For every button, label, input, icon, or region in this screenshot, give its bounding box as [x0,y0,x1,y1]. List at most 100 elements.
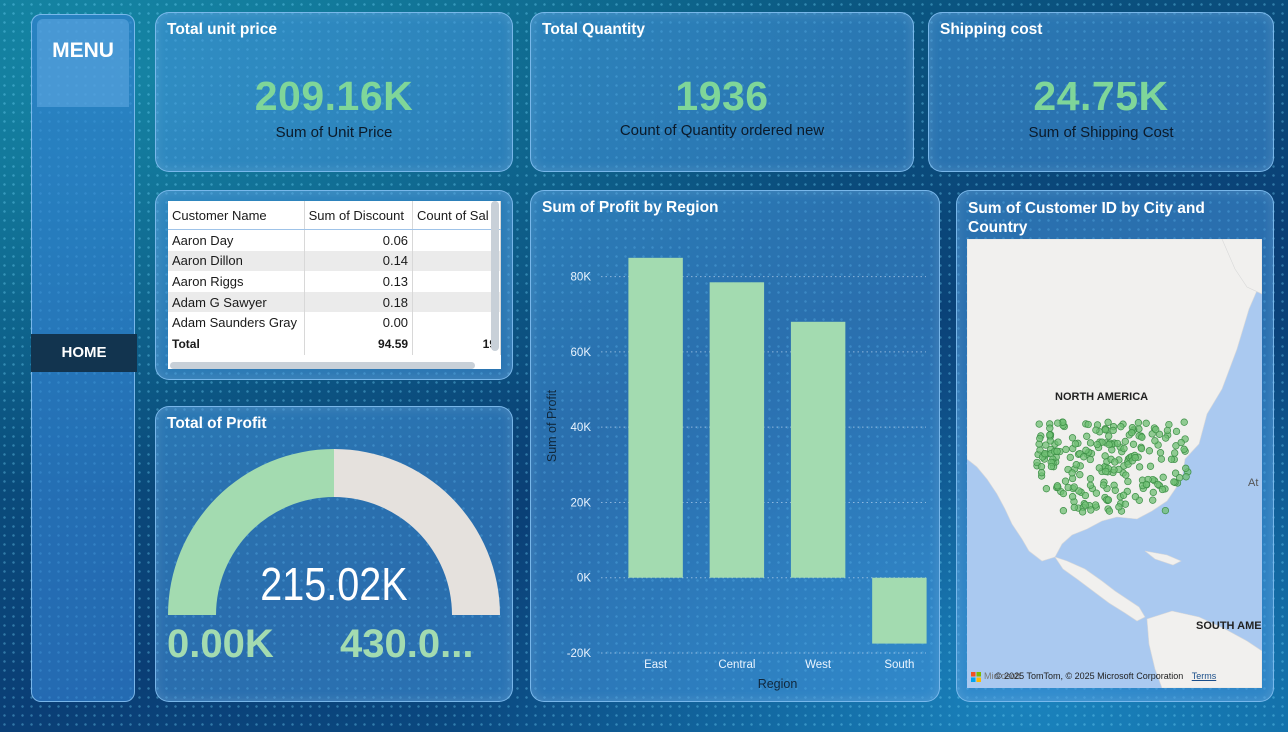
map-marker[interactable] [1099,481,1108,489]
map-marker[interactable] [1086,475,1095,483]
map-marker[interactable] [1120,444,1128,453]
map-marker[interactable] [1180,445,1188,453]
bar-central[interactable] [709,282,765,578]
map-marker[interactable] [1086,439,1095,447]
map-marker[interactable] [1122,471,1130,479]
map-marker[interactable] [1142,480,1151,489]
column-header-count[interactable]: Count of Sal [412,201,501,230]
map-marker[interactable] [1046,431,1054,439]
map-marker[interactable] [1081,501,1089,509]
map-marker[interactable] [1068,469,1076,477]
map-marker[interactable] [1135,463,1144,471]
map-marker[interactable] [1149,496,1157,504]
map-marker[interactable] [1086,481,1095,489]
map-marker[interactable] [1172,427,1181,436]
map-marker[interactable] [1071,440,1080,448]
map-marker[interactable] [1124,477,1132,486]
map-marker[interactable] [1095,464,1103,472]
map-marker[interactable] [1053,447,1061,455]
map-marker[interactable] [1047,462,1056,471]
map-marker[interactable] [1180,418,1188,426]
bar-south[interactable] [872,577,927,644]
map-marker[interactable] [1092,426,1100,434]
map-marker[interactable] [1121,437,1129,446]
map-marker[interactable] [1070,483,1078,491]
map-marker[interactable] [1119,491,1128,499]
map-marker[interactable] [1042,441,1050,449]
map-marker[interactable] [1101,426,1110,434]
table-row[interactable]: Aaron Riggs 0.13 [168,271,501,292]
bar-east[interactable] [628,257,683,578]
map-marker[interactable] [1152,425,1160,434]
map-marker[interactable] [1165,420,1173,429]
map-marker[interactable] [1105,440,1113,449]
map-marker[interactable] [1035,420,1043,428]
map-marker[interactable] [1131,454,1139,462]
map-view[interactable]: NORTH AMERICA SOUTH AME At Microsoft © 2… [967,239,1262,688]
map-marker[interactable] [1171,449,1179,457]
map-marker[interactable] [1059,507,1068,515]
map-marker[interactable] [1066,453,1074,462]
map-marker[interactable] [1131,493,1140,501]
table-row[interactable]: Adam Saunders Gray 0.00 [168,312,501,333]
map-marker[interactable] [1113,439,1122,448]
map-marker[interactable] [1062,445,1070,454]
map-marker[interactable] [1129,440,1138,448]
terms-link[interactable]: Terms [1192,671,1217,681]
map-marker[interactable] [1134,419,1143,427]
map-marker[interactable] [1157,455,1166,463]
map-marker[interactable] [1111,486,1119,494]
map-marker[interactable] [1105,432,1113,440]
map-marker[interactable] [1115,503,1123,511]
map-marker[interactable] [1059,489,1068,498]
map-marker[interactable] [1151,437,1159,445]
map-marker[interactable] [1163,426,1172,435]
vertical-scrollbar[interactable] [491,201,499,351]
map-marker[interactable] [1084,420,1092,429]
map-marker[interactable] [1070,503,1078,512]
map-marker[interactable] [1068,434,1077,442]
map-marker[interactable] [1087,506,1095,514]
map-marker[interactable] [1177,438,1185,447]
map-marker[interactable] [1121,500,1130,508]
map-marker[interactable] [1061,477,1070,485]
map-marker[interactable] [1104,418,1112,426]
map-marker[interactable] [1161,506,1170,515]
horizontal-scrollbar[interactable] [170,362,475,369]
map-marker[interactable] [1128,429,1136,437]
map-marker[interactable] [1158,485,1167,494]
map-marker[interactable] [1162,434,1170,442]
table-row[interactable]: Aaron Day 0.06 [168,229,501,251]
map-marker[interactable] [1053,482,1062,490]
map-marker[interactable] [1054,419,1062,427]
home-button[interactable]: HOME [31,334,137,372]
map-marker[interactable] [1083,432,1091,440]
map-marker[interactable] [1101,452,1109,460]
map-marker[interactable] [1104,496,1113,504]
map-marker[interactable] [1111,458,1119,466]
map-marker[interactable] [1036,434,1044,443]
map-marker[interactable] [1182,473,1190,481]
map-marker[interactable] [1068,493,1077,501]
map-marker[interactable] [1054,438,1062,446]
map-marker[interactable] [1046,424,1054,432]
map-marker[interactable] [1086,455,1094,464]
map-marker[interactable] [1037,463,1046,471]
bar-west[interactable] [790,321,846,578]
map-marker[interactable] [1076,471,1084,479]
map-marker[interactable] [1080,453,1088,461]
table-row[interactable]: Aaron Dillon 0.14 [168,250,501,272]
map-marker[interactable] [1102,467,1110,476]
customer-table-container[interactable]: Customer Name Sum of Discount Count of S… [168,201,501,369]
map-marker[interactable] [1156,449,1165,457]
map-marker[interactable] [1167,455,1176,463]
map-marker[interactable] [1078,508,1087,516]
map-marker[interactable] [1149,488,1157,497]
map-marker[interactable] [1105,507,1114,515]
map-marker[interactable] [1170,478,1178,486]
map-marker[interactable] [1081,491,1090,500]
map-marker[interactable] [1142,419,1150,427]
map-marker[interactable] [1109,426,1117,435]
map-marker[interactable] [1082,446,1090,454]
map-marker[interactable] [1042,485,1051,493]
